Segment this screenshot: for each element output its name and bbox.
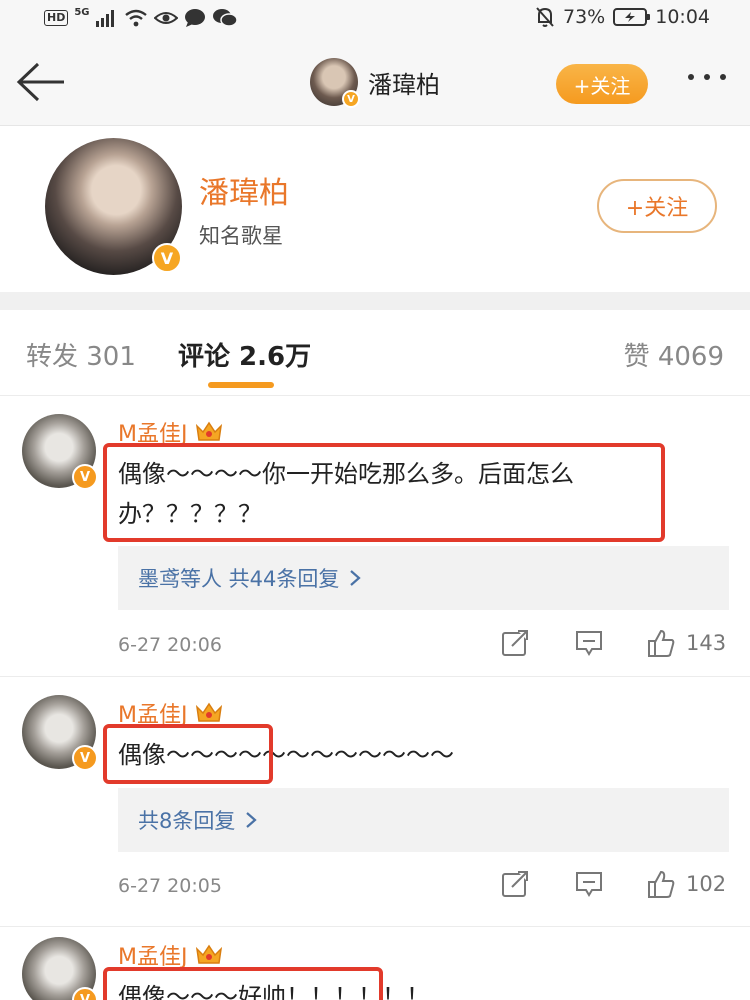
verified-v-icon: V (152, 243, 182, 273)
comment-icon[interactable] (574, 628, 604, 658)
comment-item: V M孟佳J 偶像～～～好帅！！！！！！ (0, 927, 750, 1000)
like-count: 102 (686, 872, 727, 896)
battery-percent: 73% (563, 6, 606, 28)
more-dots-icon[interactable] (688, 74, 726, 80)
avatar[interactable]: V (310, 58, 360, 108)
chevron-right-icon (350, 570, 362, 586)
highlight-box (103, 724, 273, 784)
signal-icon (95, 10, 114, 27)
verified-v-icon: V (342, 90, 360, 108)
back-button[interactable] (14, 60, 66, 104)
comment-item: V M孟佳J 偶像～～～～你一开始吃那么多。后面怎么办？？？？？ 墨鸢等人 共4… (0, 396, 750, 676)
avatar[interactable]: V (22, 937, 98, 1000)
tab-likes[interactable]: 赞 4069 (624, 336, 724, 373)
reply-summary-text: 墨鸢等人 共44条回复 (138, 567, 340, 591)
comment-time: 6-27 20:05 (118, 875, 222, 897)
highlight-box (103, 443, 665, 542)
share-icon[interactable] (500, 628, 530, 658)
active-tab-indicator (208, 382, 274, 388)
hd-badge: HD (44, 10, 69, 26)
comment-actions: 143 (500, 628, 726, 658)
profile-name[interactable]: 潘瑋柏 (199, 168, 289, 212)
arrow-left-icon (16, 62, 64, 102)
battery-icon (613, 8, 651, 26)
reply-summary[interactable]: 共8条回复 (118, 788, 729, 852)
profile-card: V 潘瑋柏 知名歌星 +关注 (0, 126, 750, 296)
comment-icon[interactable] (574, 869, 604, 899)
eye-icon (153, 12, 178, 24)
status-right: 73% 10:04 (535, 6, 710, 28)
clock: 10:04 (655, 6, 710, 28)
crown-icon (196, 944, 223, 964)
comment-time: 6-27 20:06 (118, 634, 222, 656)
reply-summary-text: 共8条回复 (138, 809, 236, 833)
wifi-icon (124, 9, 147, 27)
profile-avatar[interactable]: V (45, 138, 182, 275)
chevron-right-icon (246, 812, 258, 828)
nav-follow-button[interactable]: +关注 (556, 64, 648, 104)
status-left: HD 5G (44, 6, 238, 28)
avatar[interactable]: V (22, 414, 98, 490)
profile-follow-button[interactable]: +关注 (597, 179, 717, 233)
profile-bio: 知名歌星 (199, 224, 283, 248)
comment-item: V M孟佳J 偶像～～～～～～～～～～～～ 共8条回复 6-27 20:05 1… (0, 677, 750, 937)
reply-summary[interactable]: 墨鸢等人 共44条回复 (118, 546, 729, 610)
nav-user[interactable]: V 潘瑋柏 (310, 58, 440, 108)
network-type: 5G (74, 6, 90, 18)
crown-icon (196, 421, 223, 441)
nav-bar: V 潘瑋柏 +关注 (0, 38, 750, 126)
highlight-box (103, 967, 383, 1000)
status-bar: HD 5G 73% 10:04 (0, 0, 750, 38)
verified-v-icon: V (72, 745, 98, 771)
verified-v-icon: V (72, 987, 98, 1000)
mute-bell-icon (536, 7, 554, 27)
like-count: 143 (686, 631, 727, 655)
tab-repost[interactable]: 转发 301 (26, 336, 136, 373)
nav-title: 潘瑋柏 (368, 70, 440, 99)
share-icon[interactable] (500, 869, 530, 899)
tab-comments[interactable]: 评论 2.6万 (178, 336, 311, 373)
avatar[interactable]: V (22, 695, 98, 771)
wechat-icon (212, 9, 238, 27)
section-divider (0, 292, 750, 310)
thumb-up-icon[interactable] (646, 869, 676, 899)
message-bubble-icon (184, 9, 205, 27)
tab-bar: 转发 301 评论 2.6万 赞 4069 (0, 310, 750, 396)
thumb-up-icon[interactable] (646, 628, 676, 658)
verified-v-icon: V (72, 464, 98, 490)
crown-icon (196, 702, 223, 722)
comment-actions: 102 (500, 869, 726, 899)
